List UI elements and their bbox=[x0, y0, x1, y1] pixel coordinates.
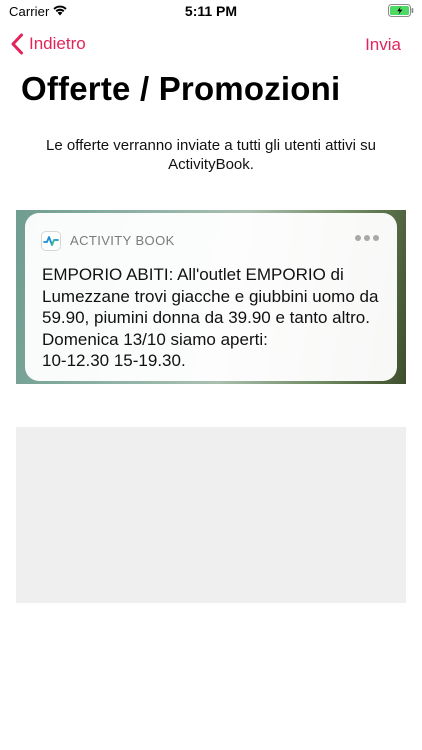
notification-message: EMPORIO ABITI: All'outlet EMPORIO di Lum… bbox=[42, 265, 379, 370]
more-options-icon bbox=[355, 235, 379, 241]
activity-pulse-icon bbox=[41, 231, 61, 251]
notification-preview: ACTIVITY BOOK EMPORIO ABITI: All'outlet … bbox=[16, 210, 406, 384]
chevron-left-icon bbox=[11, 33, 23, 55]
status-time: 5:11 PM bbox=[184, 3, 238, 19]
notification-app-name: ACTIVITY BOOK bbox=[70, 233, 175, 248]
back-button-label: Indietro bbox=[29, 34, 86, 53]
page-title: Offerte / Promozioni bbox=[21, 70, 341, 107]
battery-charging-icon bbox=[388, 4, 414, 17]
send-button[interactable]: Invia bbox=[365, 35, 401, 55]
navigation-bar: Indietro Invia bbox=[0, 24, 422, 64]
page-description: Le offerte verranno inviate a tutti gli … bbox=[46, 137, 376, 173]
image-placeholder[interactable] bbox=[16, 427, 406, 603]
back-button[interactable]: Indietro bbox=[10, 32, 86, 56]
status-bar: Carrier 5:11 PM bbox=[0, 0, 422, 24]
notification-card: ACTIVITY BOOK EMPORIO ABITI: All'outlet … bbox=[25, 213, 397, 381]
